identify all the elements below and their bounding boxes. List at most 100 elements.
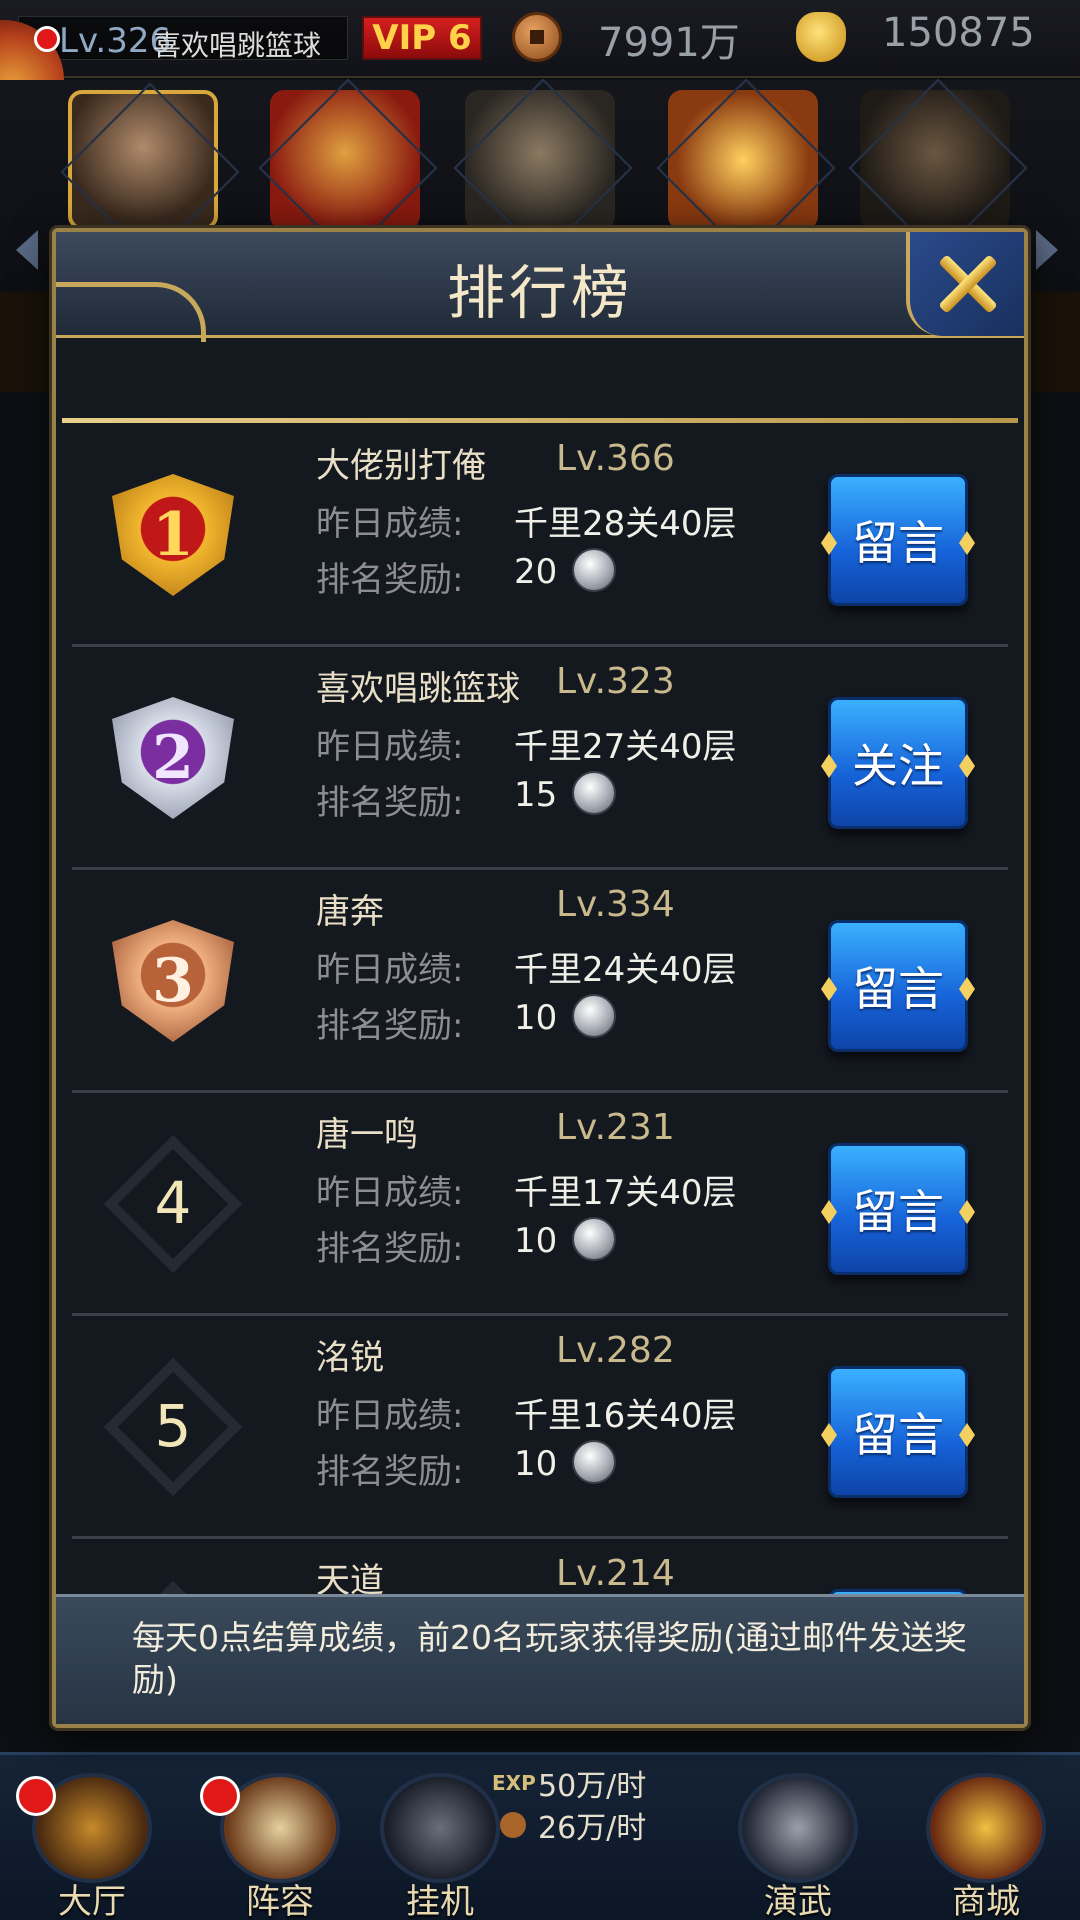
reward-value: 20 — [514, 552, 558, 592]
copper-coin-icon — [500, 1812, 526, 1838]
hero-portrait-1[interactable] — [68, 90, 218, 230]
rank-number: 2 — [112, 697, 234, 819]
reward-label: 排名奖励: — [316, 1229, 464, 1269]
player-level: Lv.366 — [556, 438, 675, 479]
leaderboard-row: 4 唐一鸣 Lv.231 昨日成绩: 千里17关40层 排名奖励: 10 留言 — [72, 1093, 1008, 1316]
player-level: Lv.323 — [556, 661, 675, 702]
notification-dot — [34, 26, 60, 52]
reward-label: 排名奖励: — [316, 783, 464, 823]
rank-badge-plain — [102, 1579, 244, 1594]
leaderboard-dialog: 排行榜 1 大佬别打俺 Lv.366 昨日成绩: 千里28关40层 排名奖励: … — [52, 228, 1028, 1728]
score-label: 昨日成绩: — [316, 1396, 464, 1436]
silver-coin-icon — [572, 1440, 616, 1484]
copper-coin-icon — [512, 12, 562, 62]
score-value: 千里17关40层 — [514, 1173, 737, 1213]
leaderboard-row: 天道 Lv.214 — [72, 1539, 1008, 1594]
message-button[interactable]: 留言 — [828, 920, 968, 1052]
player-name: 喜欢唱跳篮球 — [316, 669, 520, 709]
close-button[interactable] — [906, 232, 1024, 336]
player-name: 唐奔 — [316, 892, 384, 932]
nav-team-label: 阵容 — [246, 1882, 314, 1920]
reward-label: 排名奖励: — [316, 560, 464, 600]
rank-number: 1 — [112, 474, 234, 596]
reward-value: 10 — [514, 1221, 558, 1261]
score-label: 昨日成绩: — [316, 727, 464, 767]
reward-value: 10 — [514, 998, 558, 1038]
vip-badge[interactable]: VIP 6 — [362, 16, 482, 60]
rank-number: 5 — [154, 1392, 192, 1460]
player-level: Lv.214 — [556, 1553, 675, 1594]
score-label: 昨日成绩: — [316, 950, 464, 990]
player-name: 洺锐 — [316, 1338, 384, 1378]
follow-button[interactable]: 关注 — [828, 697, 968, 829]
player-level: Lv.334 — [556, 884, 675, 925]
shop-icon — [926, 1773, 1046, 1883]
hourglass-icon — [380, 1773, 500, 1883]
player-info[interactable]: Lv.326 喜欢唱跳篮球 — [18, 16, 348, 62]
score-label: 昨日成绩: — [316, 504, 464, 544]
hero-portrait-5[interactable] — [860, 90, 1010, 230]
nav-shop[interactable]: 商城 — [906, 1765, 1066, 1920]
gold-ingot-icon — [796, 12, 846, 62]
copper-amount: 7991万 — [598, 20, 740, 66]
leaderboard-row: 1 大佬别打俺 Lv.366 昨日成绩: 千里28关40层 排名奖励: 20 留… — [72, 424, 1008, 647]
hero-portrait-4[interactable] — [668, 90, 818, 230]
silver-coin-icon — [572, 548, 616, 592]
nav-drill[interactable]: 演武 — [718, 1765, 878, 1920]
notice-text: 每天0点结算成绩，前20名玩家获得奖励(通过邮件发送奖励) — [132, 1618, 967, 1699]
knot-icon — [103, 1580, 243, 1594]
leaderboard-list[interactable]: 1 大佬别打俺 Lv.366 昨日成绩: 千里28关40层 排名奖励: 20 留… — [56, 424, 1024, 1594]
nav-idle-label: 挂机 — [406, 1882, 474, 1920]
exp-rate: 50万/时 — [538, 1769, 647, 1804]
silver-coin-icon — [572, 1217, 616, 1261]
leaderboard-row: 2 喜欢唱跳篮球 Lv.323 昨日成绩: 千里27关40层 排名奖励: 15 … — [72, 647, 1008, 870]
reward-value: 15 — [514, 775, 558, 815]
idle-rates: EXP 50万/时 26万/时 — [492, 1762, 692, 1846]
rank-number: 4 — [154, 1169, 192, 1237]
divider — [62, 418, 1018, 423]
top-hud: Lv.326 喜欢唱跳篮球 VIP 6 7991万 150875 — [0, 0, 1080, 78]
arrow-left-icon[interactable] — [16, 230, 38, 270]
message-button[interactable]: 留言 — [828, 1143, 968, 1275]
team-alert-dot — [200, 1776, 240, 1816]
message-button[interactable]: 留言 — [828, 1366, 968, 1498]
score-value: 千里16关40层 — [514, 1396, 737, 1436]
notice-bar: 每天0点结算成绩，前20名玩家获得奖励(通过邮件发送奖励) — [56, 1594, 1024, 1724]
rank-badge-plain: 4 — [102, 1133, 244, 1275]
message-button[interactable]: 留言 — [828, 474, 968, 606]
exp-tag: EXP — [492, 1771, 536, 1795]
reward-label: 排名奖励: — [316, 1006, 464, 1046]
gold-amount: 150875 — [882, 10, 1035, 56]
player-name: 喜欢唱跳篮球 — [153, 29, 322, 62]
player-name: 唐一鸣 — [316, 1115, 418, 1155]
nav-shop-label: 商城 — [952, 1882, 1020, 1920]
reward-label: 排名奖励: — [316, 1452, 464, 1492]
rank-badge-gold: 1 — [102, 464, 244, 606]
player-level: Lv.282 — [556, 1330, 675, 1371]
hero-portrait-3[interactable] — [465, 90, 615, 230]
hero-portrait-2[interactable] — [270, 90, 420, 230]
nav-drill-label: 演武 — [764, 1882, 832, 1920]
arrow-right-icon[interactable] — [1036, 230, 1058, 270]
player-name: 天道 — [316, 1561, 384, 1594]
crossed-swords-icon — [738, 1773, 858, 1883]
score-label: 昨日成绩: — [316, 1173, 464, 1213]
hall-alert-dot — [16, 1776, 56, 1816]
dialog-title: 排行榜 — [446, 259, 633, 327]
silver-coin-icon — [572, 771, 616, 815]
score-value: 千里27关40层 — [514, 727, 737, 767]
coin-rate: 26万/时 — [538, 1811, 647, 1846]
player-level: Lv.231 — [556, 1107, 675, 1148]
rank-number: 3 — [112, 920, 234, 1042]
player-name: 大佬别打俺 — [316, 446, 486, 486]
leaderboard-row: 5 洺锐 Lv.282 昨日成绩: 千里16关40层 排名奖励: 10 留言 — [72, 1316, 1008, 1539]
rank-badge-plain: 5 — [102, 1356, 244, 1498]
rank-badge-bronze: 3 — [102, 910, 244, 1052]
reward-value: 10 — [514, 1444, 558, 1484]
dialog-header: 排行榜 — [56, 232, 1024, 342]
score-value: 千里24关40层 — [514, 950, 737, 990]
nav-hall-label: 大厅 — [58, 1882, 126, 1920]
score-value: 千里28关40层 — [514, 504, 737, 544]
leaderboard-row: 3 唐奔 Lv.334 昨日成绩: 千里24关40层 排名奖励: 10 留言 — [72, 870, 1008, 1093]
rank-badge-silver: 2 — [102, 687, 244, 829]
